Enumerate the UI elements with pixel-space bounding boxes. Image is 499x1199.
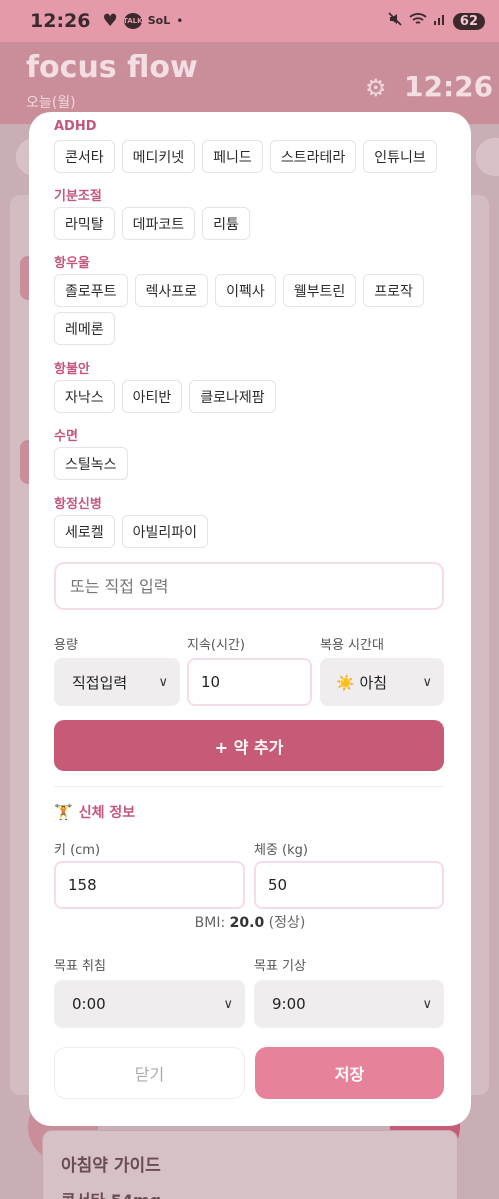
duration-label: 지속(시간) [187, 638, 245, 653]
dose-select-value: 직접입력 [72, 673, 128, 692]
dose-select[interactable]: 직접입력 ∨ [54, 658, 180, 706]
wakeup-value: 9:00 [272, 995, 306, 1013]
weight-value: 50 [268, 876, 288, 894]
category-label-antipsychotic: 항정신병 [54, 497, 102, 512]
med-chip[interactable]: 스트라테라 [269, 140, 357, 173]
chip-row-antidepressant: 졸로푸트 렉사프로 이펙사 웰부트린 프로작 [54, 274, 424, 307]
background-tab [476, 138, 499, 176]
chip-row-antianxiety: 자낙스 아티반 클로나제팜 [54, 380, 276, 413]
battery-indicator: 62 [452, 12, 485, 30]
med-chip[interactable]: 웰부트린 [282, 274, 357, 307]
body-info-title-text: 신체 정보 [78, 805, 136, 821]
add-medication-button[interactable]: + 약 추가 [54, 720, 444, 771]
med-chip[interactable]: 페니드 [202, 140, 263, 173]
app-title: focus flow [26, 50, 198, 85]
height-label: 키 (cm) [54, 843, 101, 858]
bedtime-select[interactable]: 0:00 ∨ [54, 980, 245, 1028]
med-chip[interactable]: 프로작 [363, 274, 424, 307]
dose-label: 용량 [54, 638, 78, 653]
chip-row-antipsychotic: 세로켈 아빌리파이 [54, 515, 209, 548]
bmi-readout: BMI: 20.0 (정상) [29, 912, 471, 932]
bmi-prefix: BMI: [194, 915, 226, 931]
time-of-day-select[interactable]: ☀️ 아침 ∨ [320, 658, 444, 706]
chip-row-antidepressant-2: 레메론 [54, 312, 115, 345]
med-chip[interactable]: 데파코트 [121, 207, 196, 240]
bedtime-label: 목표 취침 [54, 959, 106, 974]
category-label-antidepressant: 항우울 [54, 256, 90, 271]
morning-guide-card: 아침약 가이드 콘서타 54mg [42, 1130, 458, 1199]
med-chip[interactable]: 스틸녹스 [54, 447, 128, 480]
medication-modal: ADHD 콘서타 메디키넷 페니드 스트라테라 인튜니브 기분조절 라믹탈 데파… [29, 112, 471, 1126]
chip-row-adhd: 콘서타 메디키넷 페니드 스트라테라 인튜니브 [54, 140, 437, 173]
app-clock: 12:26 [404, 70, 494, 103]
morning-guide-item: 콘서타 54mg [61, 1187, 161, 1199]
wakeup-select[interactable]: 9:00 ∨ [254, 980, 444, 1028]
direct-input-field[interactable] [54, 562, 444, 610]
med-chip[interactable]: 아티반 [121, 380, 183, 413]
signal-icon [433, 12, 447, 30]
bmi-status: (정상) [268, 915, 306, 931]
weightlifter-icon: 🏋 [54, 803, 73, 821]
heart-icon: ♥ [102, 11, 118, 31]
app-date: 오늘(월) [26, 95, 76, 111]
category-label-antianxiety: 항불안 [54, 362, 90, 377]
body-info-section-title: 🏋 신체 정보 [54, 802, 135, 822]
med-chip[interactable]: 라믹탈 [54, 207, 115, 240]
status-time: 12:26 [30, 10, 91, 32]
med-chip[interactable]: 세로켈 [54, 515, 115, 548]
morning-guide-title: 아침약 가이드 [61, 1156, 161, 1176]
duration-value: 10 [201, 673, 221, 691]
med-chip[interactable]: 메디키넷 [121, 140, 196, 173]
kakaotalk-icon: TALK [123, 13, 143, 29]
med-chip[interactable]: 리튬 [202, 207, 250, 240]
med-chip[interactable]: 콘서타 [54, 140, 115, 173]
section-divider [54, 786, 444, 787]
med-chip[interactable]: 렉사프로 [134, 274, 209, 307]
time-of-day-value: ☀️ 아침 [336, 673, 388, 692]
chip-row-sleep: 스틸녹스 [54, 447, 128, 480]
med-chip[interactable]: 인튜니브 [363, 140, 437, 173]
med-chip[interactable]: 자낙스 [54, 380, 115, 413]
med-chip[interactable]: 클로나제팜 [189, 380, 276, 413]
dot-icon: • [176, 14, 184, 28]
med-chip[interactable]: 졸로푸트 [54, 274, 128, 307]
weight-label: 체중 (kg) [254, 843, 308, 858]
chevron-down-icon: ∨ [158, 674, 168, 690]
wifi-icon [409, 12, 427, 30]
category-label-adhd: ADHD [54, 119, 97, 134]
chip-row-mood: 라믹탈 데파코트 리튬 [54, 207, 250, 240]
category-label-mood: 기분조절 [54, 189, 102, 204]
duration-input[interactable]: 10 [187, 658, 312, 706]
wakeup-label: 목표 기상 [254, 959, 306, 974]
chevron-down-icon: ∨ [422, 674, 432, 690]
bedtime-value: 0:00 [72, 995, 106, 1013]
time-of-day-label: 복용 시간대 [320, 638, 384, 653]
height-input[interactable]: 158 [54, 861, 245, 909]
bmi-value: 20.0 [229, 915, 265, 931]
chevron-down-icon: ∨ [422, 996, 432, 1012]
status-bar: 12:26 ♥ TALK SoL • 62 [0, 0, 499, 42]
close-button[interactable]: 닫기 [54, 1047, 245, 1099]
gear-icon[interactable]: ⚙ [365, 74, 387, 102]
category-label-sleep: 수면 [54, 429, 78, 444]
med-chip[interactable]: 아빌리파이 [121, 515, 209, 548]
med-chip[interactable]: 레메론 [54, 312, 115, 345]
med-chip[interactable]: 이펙사 [215, 274, 276, 307]
sol-bank-icon: SoL [147, 14, 171, 27]
save-button[interactable]: 저장 [255, 1047, 444, 1099]
weight-input[interactable]: 50 [254, 861, 444, 909]
mute-icon [387, 11, 403, 31]
chevron-down-icon: ∨ [223, 996, 233, 1012]
height-value: 158 [68, 876, 97, 894]
